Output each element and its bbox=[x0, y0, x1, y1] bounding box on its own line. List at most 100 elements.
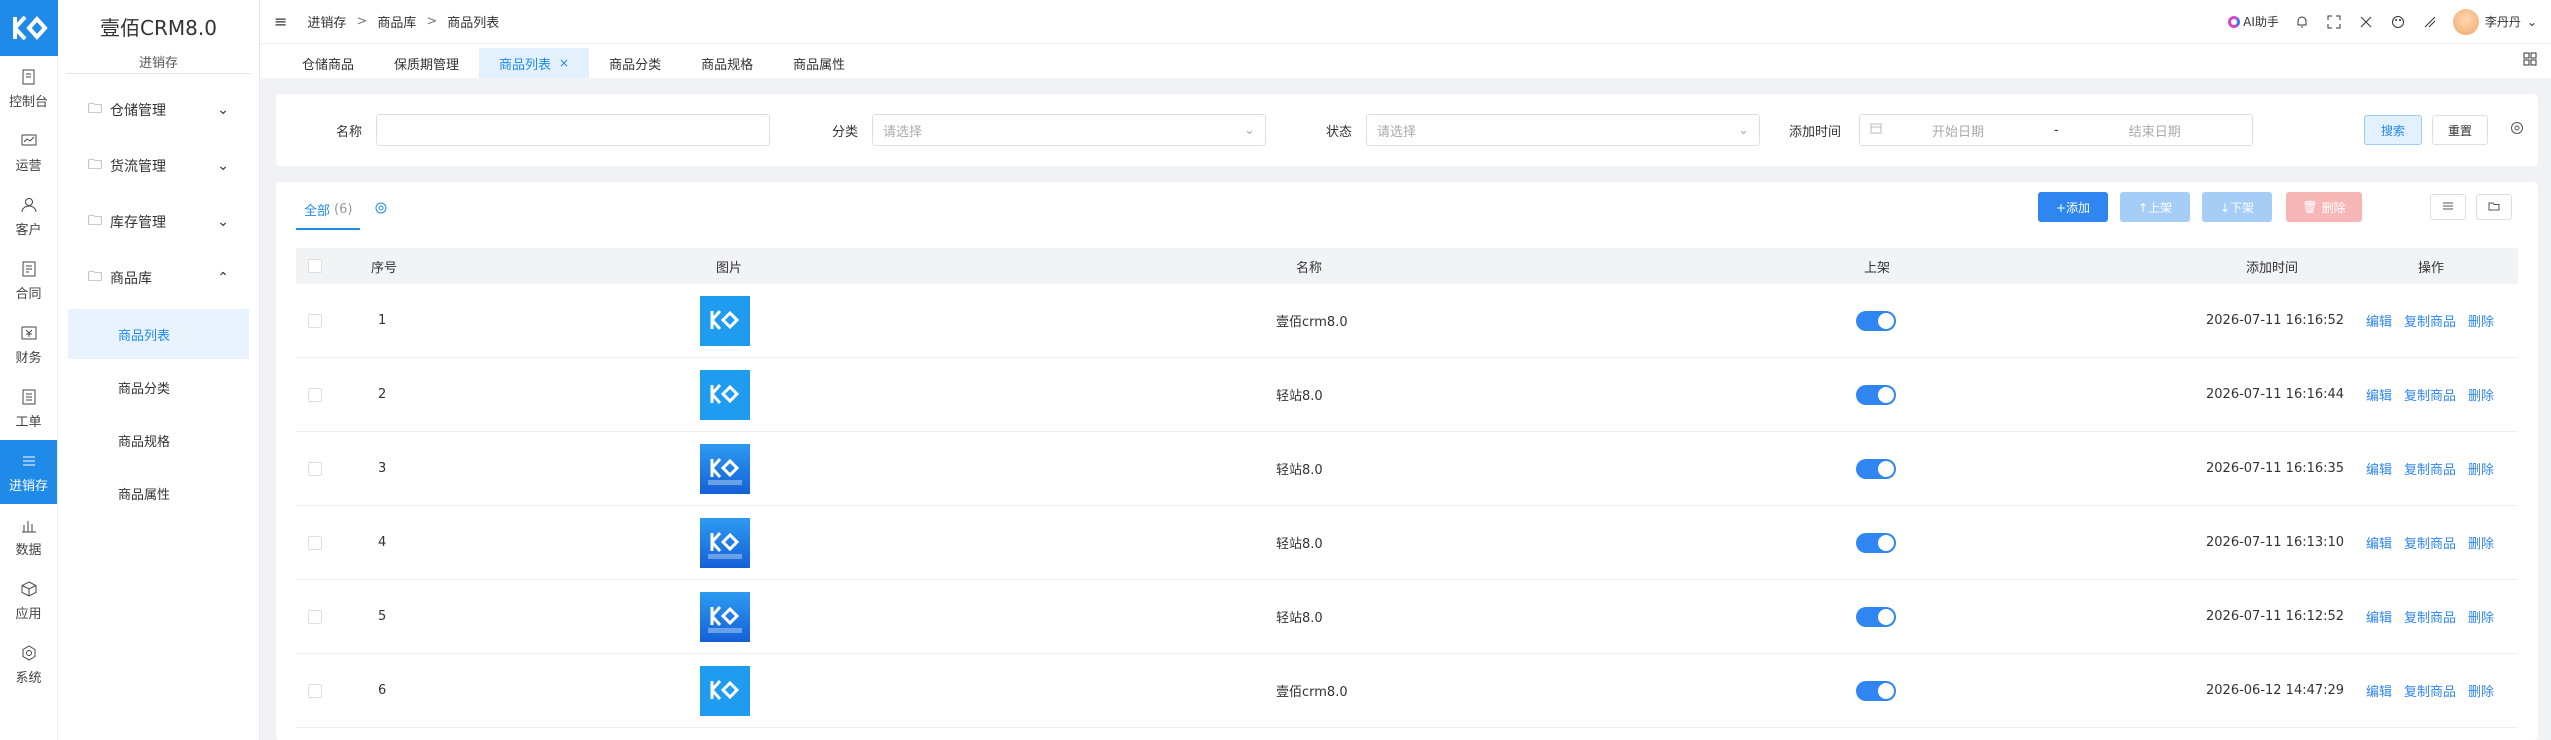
row-checkbox[interactable] bbox=[308, 461, 322, 476]
tab-product-spec[interactable]: 商品规格 bbox=[681, 48, 773, 78]
on-shelf-toggle[interactable] bbox=[1856, 532, 1896, 553]
fullscreen-icon[interactable] bbox=[2325, 13, 2343, 31]
rail-item[interactable]: 工单 bbox=[0, 376, 57, 440]
edit-link[interactable]: 编辑 bbox=[2366, 681, 2392, 700]
edit-link[interactable]: 编辑 bbox=[2366, 311, 2392, 330]
rail-item-label: 应用 bbox=[15, 607, 42, 622]
app-logo[interactable] bbox=[0, 0, 58, 56]
sidebar-item-product-category[interactable]: 商品分类 bbox=[68, 362, 249, 412]
shelve-up-button[interactable]: ↑上架 bbox=[2120, 192, 2190, 222]
delete-link[interactable]: 删除 bbox=[2468, 681, 2494, 700]
gear-icon[interactable] bbox=[2510, 121, 2524, 139]
trash-icon: 🗑 bbox=[2302, 200, 2318, 214]
rail-item[interactable]: 应用 bbox=[0, 568, 57, 632]
row-checkbox[interactable] bbox=[308, 313, 322, 328]
rail-item[interactable]: 运营 bbox=[0, 120, 57, 184]
delete-button[interactable]: 🗑 删除 bbox=[2286, 192, 2362, 222]
product-thumbnail[interactable] bbox=[700, 369, 750, 420]
brush-icon[interactable] bbox=[2421, 13, 2439, 31]
delete-link[interactable]: 删除 bbox=[2468, 533, 2494, 552]
breadcrumb-item[interactable]: 进销存 bbox=[307, 12, 346, 31]
folder-button[interactable] bbox=[2476, 194, 2512, 220]
sidebar-group-product-library[interactable]: 🗀 商品库 ⌃ bbox=[58, 250, 259, 306]
product-thumbnail[interactable] bbox=[700, 295, 750, 346]
copy-product-link[interactable]: 复制商品 bbox=[2404, 681, 2456, 700]
breadcrumb-item[interactable]: 商品库 bbox=[377, 12, 416, 31]
start-date-placeholder[interactable]: 开始日期 bbox=[1932, 121, 1984, 140]
bell-icon[interactable] bbox=[2293, 13, 2311, 31]
sidebar-group-warehouse[interactable]: 🗀 仓储管理 ⌄ bbox=[58, 82, 259, 138]
product-thumbnail[interactable] bbox=[700, 665, 750, 716]
copy-product-link[interactable]: 复制商品 bbox=[2404, 533, 2456, 552]
tab-label: 商品属性 bbox=[793, 57, 846, 73]
product-thumbnail[interactable] bbox=[700, 443, 750, 494]
on-shelf-toggle[interactable] bbox=[1856, 458, 1896, 479]
select-all-checkbox[interactable] bbox=[308, 259, 322, 273]
reset-button[interactable]: 重置 bbox=[2432, 115, 2488, 145]
user-menu[interactable]: 李丹丹 ⌄ bbox=[2452, 8, 2537, 35]
tab-shelf-life[interactable]: 保质期管理 bbox=[374, 48, 479, 78]
column-filter-button[interactable] bbox=[2430, 194, 2466, 220]
rail-item[interactable]: 控制台 bbox=[0, 56, 57, 120]
category-select[interactable]: 请选择 ⌄ bbox=[872, 114, 1266, 146]
end-date-placeholder[interactable]: 结束日期 bbox=[2129, 121, 2181, 140]
rail-item[interactable]: 数据 bbox=[0, 504, 57, 568]
shelve-down-button[interactable]: ↓下架 bbox=[2202, 192, 2272, 222]
sliders-icon bbox=[2442, 200, 2454, 215]
rail-item[interactable]: 进销存 bbox=[0, 440, 57, 504]
on-shelf-toggle[interactable] bbox=[1856, 310, 1896, 331]
copy-product-link[interactable]: 复制商品 bbox=[2404, 385, 2456, 404]
menu-toggle-icon[interactable]: ≡ bbox=[274, 12, 287, 31]
sidebar-group-logistics[interactable]: 🗀 货流管理 ⌄ bbox=[58, 138, 259, 194]
edit-link[interactable]: 编辑 bbox=[2366, 533, 2392, 552]
grid-icon[interactable] bbox=[2523, 52, 2537, 70]
edit-link[interactable]: 编辑 bbox=[2366, 607, 2392, 626]
sidebar-item-product-attribute[interactable]: 商品属性 bbox=[68, 468, 249, 518]
on-shelf-toggle[interactable] bbox=[1856, 606, 1896, 627]
sidebar-item-product-spec[interactable]: 商品规格 bbox=[68, 415, 249, 465]
rail-item[interactable]: 客户 bbox=[0, 184, 57, 248]
on-shelf-toggle[interactable] bbox=[1856, 680, 1896, 701]
row-checkbox[interactable] bbox=[308, 683, 322, 698]
sidebar-item-product-list[interactable]: 商品列表 bbox=[68, 309, 249, 359]
rail-item[interactable]: 财务 bbox=[0, 312, 57, 376]
sidebar-group-inventory[interactable]: 🗀 库存管理 ⌄ bbox=[58, 194, 259, 250]
search-button[interactable]: 搜索 bbox=[2364, 115, 2422, 145]
settings-icon[interactable] bbox=[374, 201, 388, 219]
palette-icon[interactable] bbox=[2389, 13, 2407, 31]
tools-icon[interactable] bbox=[2357, 13, 2375, 31]
tab-warehouse-goods[interactable]: 仓储商品 bbox=[282, 48, 374, 78]
add-button[interactable]: +添加 bbox=[2038, 192, 2108, 222]
rail-item-label: 财务 bbox=[15, 351, 42, 366]
delete-link[interactable]: 删除 bbox=[2468, 459, 2494, 478]
product-thumbnail[interactable] bbox=[700, 591, 750, 642]
rail-item[interactable]: 合同 bbox=[0, 248, 57, 312]
tab-product-list[interactable]: 商品列表 × bbox=[479, 48, 590, 78]
tab-label: 仓储商品 bbox=[302, 57, 355, 73]
ai-assistant-button[interactable]: AI助手 bbox=[2228, 13, 2279, 30]
time-label: 添加时间 bbox=[1789, 124, 1842, 140]
copy-product-link[interactable]: 复制商品 bbox=[2404, 607, 2456, 626]
row-checkbox[interactable] bbox=[308, 535, 322, 550]
tab-product-attribute[interactable]: 商品属性 bbox=[773, 48, 865, 78]
edit-link[interactable]: 编辑 bbox=[2366, 385, 2392, 404]
row-checkbox[interactable] bbox=[308, 387, 322, 402]
delete-link[interactable]: 删除 bbox=[2468, 607, 2494, 626]
edit-link[interactable]: 编辑 bbox=[2366, 459, 2392, 478]
delete-link[interactable]: 删除 bbox=[2468, 385, 2494, 404]
on-shelf-toggle[interactable] bbox=[1856, 384, 1896, 405]
copy-product-link[interactable]: 复制商品 bbox=[2404, 459, 2456, 478]
column-header: 图片 bbox=[716, 260, 743, 276]
close-icon[interactable]: × bbox=[559, 56, 569, 70]
status-select[interactable]: 请选择 ⌄ bbox=[1366, 114, 1760, 146]
delete-link[interactable]: 删除 bbox=[2468, 311, 2494, 330]
user-icon bbox=[18, 194, 40, 216]
row-checkbox[interactable] bbox=[308, 609, 322, 624]
date-range-picker[interactable]: 开始日期 - 结束日期 bbox=[1859, 114, 2253, 146]
tab-product-category[interactable]: 商品分类 bbox=[589, 48, 681, 78]
rail-item[interactable]: 系统 bbox=[0, 632, 57, 696]
name-input[interactable] bbox=[376, 114, 770, 146]
copy-product-link[interactable]: 复制商品 bbox=[2404, 311, 2456, 330]
tab-all[interactable]: 全部 (6) bbox=[296, 190, 361, 230]
product-thumbnail[interactable] bbox=[700, 517, 750, 568]
